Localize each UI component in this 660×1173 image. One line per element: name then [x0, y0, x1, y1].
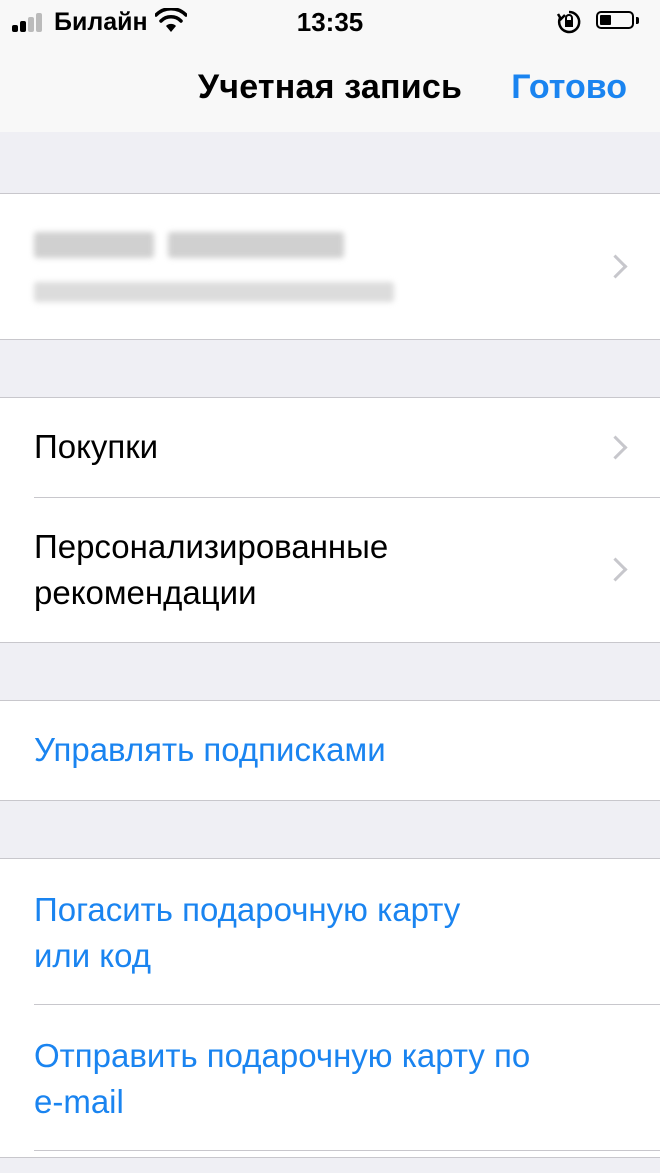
redeem-gift-card-button[interactable]: Погасить подарочную карту или код — [0, 859, 660, 1005]
status-bar: Билайн 13:35 — [0, 0, 660, 44]
personalized-label-line1: Персонализированные — [34, 528, 389, 565]
send-gift-card-button[interactable]: Отправить подарочную карту по e-mail — [0, 1005, 660, 1151]
send-label-line2: e-mail — [34, 1083, 124, 1120]
send-label-line1: Отправить подарочную карту по — [34, 1037, 531, 1074]
account-cell[interactable] — [0, 194, 660, 339]
personalized-recommendations-cell[interactable]: Персонализированные рекомендации — [0, 498, 660, 642]
navigation-bar: Учетная запись Готово — [0, 44, 660, 132]
manage-subscriptions-button[interactable]: Управлять подписками — [0, 701, 660, 800]
redeem-label-line1: Погасить подарочную карту — [34, 891, 461, 928]
personalized-label-line2: рекомендации — [34, 574, 257, 611]
purchases-label: Покупки — [34, 428, 159, 465]
chevron-right-icon — [603, 557, 628, 582]
account-name-part — [168, 232, 344, 258]
account-name — [34, 232, 154, 258]
manage-subscriptions-label: Управлять подписками — [34, 731, 386, 768]
battery-icon — [596, 11, 640, 31]
chevron-right-icon — [603, 435, 628, 460]
account-email — [34, 282, 394, 302]
account-group — [0, 193, 660, 340]
chevron-right-icon — [603, 253, 628, 279]
purchases-cell[interactable]: Покупки — [0, 398, 660, 498]
redeem-label-line2: или код — [34, 937, 151, 974]
subscriptions-group: Управлять подписками — [0, 700, 660, 801]
done-button[interactable]: Готово — [511, 68, 627, 107]
purchases-group: Покупки Персонализированные рекомендации — [0, 397, 660, 643]
gift-card-group: Погасить подарочную карту или код Отправ… — [0, 858, 660, 1158]
orientation-lock-icon — [556, 10, 581, 34]
